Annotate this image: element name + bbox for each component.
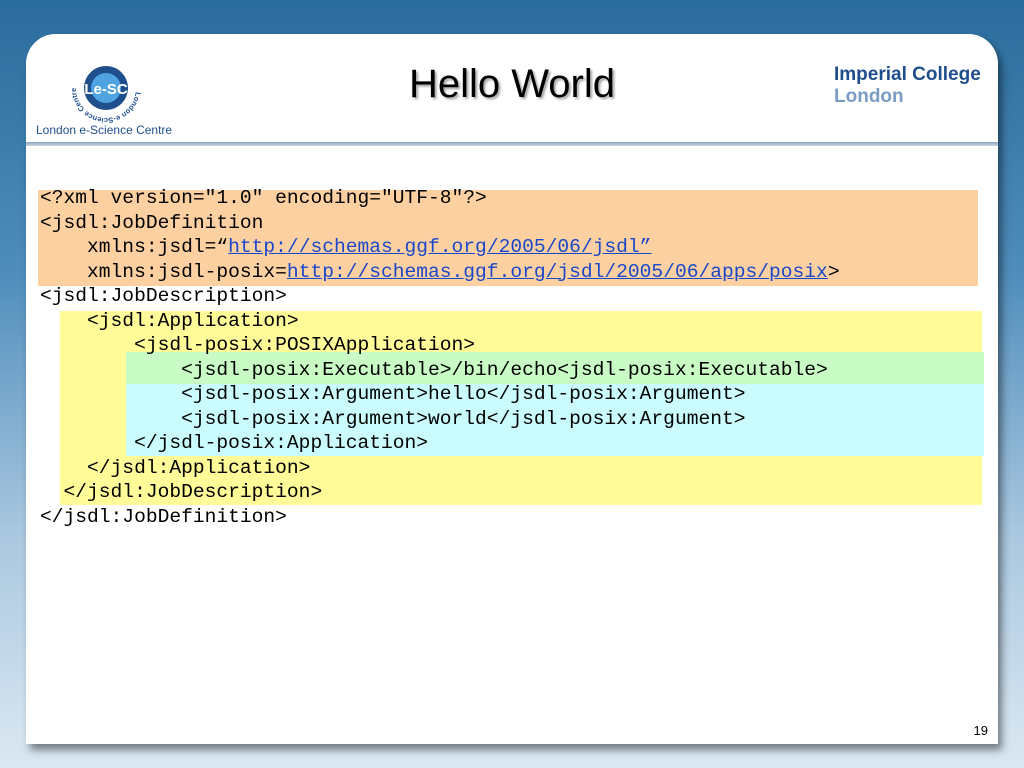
- code-text: >: [827, 260, 840, 283]
- page-number: 19: [973, 723, 988, 738]
- code-line: <jsdl-posix:POSIXApplication>: [40, 334, 476, 356]
- code-line: <jsdl:JobDefinition: [40, 211, 264, 234]
- imperial-college-logo: Imperial College London: [834, 64, 981, 108]
- jsdl-code-listing: <?xml version="1.0" encoding="UTF-8"?> <j…: [40, 186, 840, 529]
- header-divider: [26, 142, 998, 146]
- code-line: <jsdl:Application>: [40, 309, 299, 332]
- code-line: </jsdl:JobDefinition>: [40, 505, 287, 528]
- jsdl-posix-namespace-link[interactable]: http://schemas.ggf.org/jsdl/2005/06/apps…: [287, 261, 828, 283]
- imperial-logo-line1: Imperial College: [834, 64, 981, 85]
- slide: Le-SC London e-Science Centre London e-S…: [26, 34, 998, 744]
- lesc-caption: London e-Science Centre: [36, 123, 173, 137]
- code-text: xmlns:jsdl=“: [40, 236, 229, 258]
- slide-header: Le-SC London e-Science Centre London e-S…: [26, 34, 998, 142]
- jsdl-namespace-link[interactable]: http://schemas.ggf.org/2005/06/jsdl”: [228, 236, 651, 258]
- code-line: </jsdl-posix:Application>: [40, 432, 429, 454]
- code-line: </jsdl:Application>: [40, 456, 311, 479]
- code-line: <jsdl:JobDescription>: [40, 285, 287, 307]
- code-line: <jsdl-posix:Argument>hello</jsdl-posix:A…: [40, 383, 746, 405]
- code-line: <jsdl-posix:Argument>world</jsdl-posix:A…: [40, 407, 746, 430]
- imperial-logo-line2: London: [834, 86, 904, 107]
- code-line: </jsdl:JobDescription>: [40, 481, 323, 503]
- code-line: <jsdl-posix:Executable>/bin/echo<jsdl-po…: [40, 358, 828, 381]
- code-text: xmlns:jsdl-posix=: [40, 260, 287, 283]
- code-line: <?xml version="1.0" encoding="UTF-8"?>: [40, 187, 487, 209]
- code-line: xmlns:jsdl=“http://schemas.ggf.org/2005/…: [40, 235, 840, 260]
- code-line: xmlns:jsdl-posix=http://schemas.ggf.org/…: [40, 260, 840, 285]
